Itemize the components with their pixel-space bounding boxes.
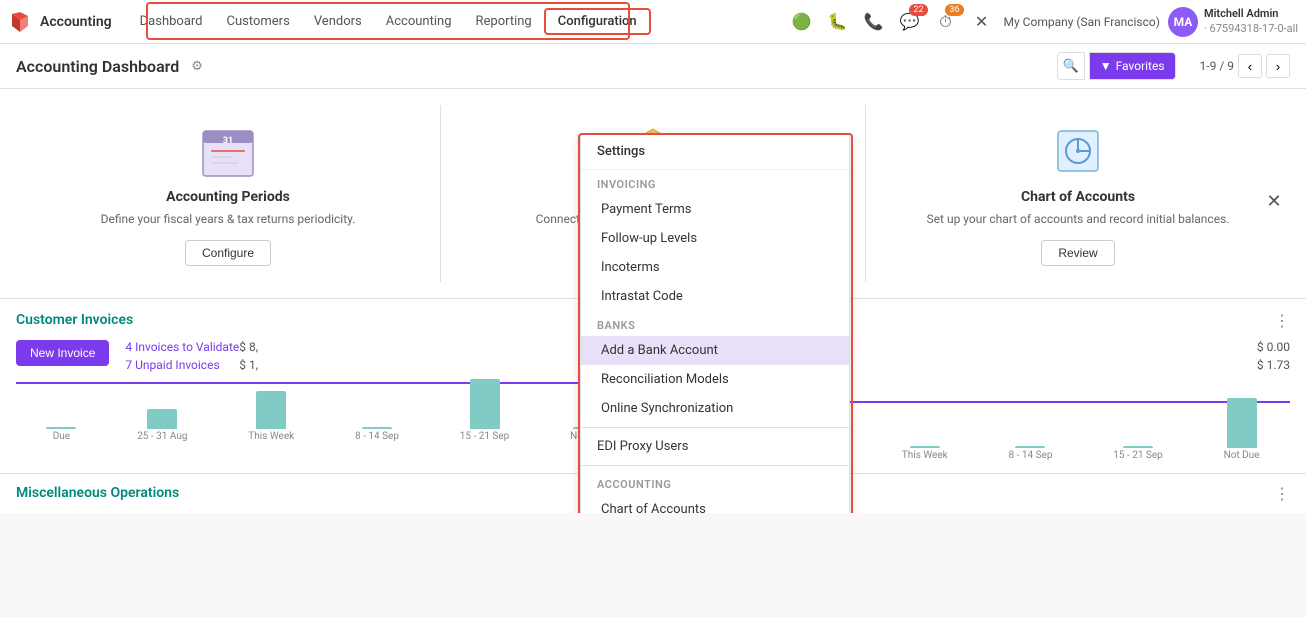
debug-icon[interactable]: 🐛	[824, 8, 852, 36]
bar-sep-15	[470, 379, 500, 429]
chart-sep-8: 8 - 14 Sep	[355, 427, 399, 442]
configure-button[interactable]: Configure	[185, 240, 271, 266]
v-chart-sep-15: 15 - 21 Sep	[1113, 446, 1163, 461]
review-button[interactable]: Review	[1041, 240, 1114, 266]
chart-of-accounts-card: Chart of Accounts Set up your chart of a…	[866, 105, 1290, 282]
company-name: My Company (San Francisco)	[1004, 15, 1160, 29]
settings-icon[interactable]: ✕	[968, 8, 996, 36]
vendor-bills-menu[interactable]: ⋮	[1274, 311, 1290, 330]
nav-dashboard[interactable]: Dashboard	[128, 10, 215, 33]
nav-right-area: 🟢 🐛 📞 💬 22 ⏱ 36 ✕ My Company (San Franci…	[788, 7, 1298, 37]
favorites-button[interactable]: ▼ Favorites	[1089, 52, 1176, 80]
v-chart-this-week: This Week	[902, 446, 948, 461]
incoterms-item[interactable]: Incoterms	[581, 253, 849, 282]
accounting-periods-icon: 31	[193, 121, 263, 181]
nav-configuration[interactable]: Configuration	[544, 8, 651, 35]
customer-invoices-panel: Customer Invoices ⋮ New Invoice 4 Invoic…	[0, 299, 654, 473]
online-sync-item[interactable]: Online Synchronization	[581, 394, 849, 423]
app-logo[interactable]	[8, 10, 32, 34]
search-area: 🔍 ▼ Favorites	[1057, 52, 1176, 80]
invoice-stats: 4 Invoices to Validate $ 8, 7 Unpaid Inv…	[125, 340, 258, 374]
intrastat-code-item[interactable]: Intrastat Code	[581, 282, 849, 311]
chart-sep-15: 15 - 21 Sep	[460, 379, 510, 442]
edi-proxy-item[interactable]: EDI Proxy Users	[581, 432, 849, 461]
unpaid-row: 7 Unpaid Invoices $ 1,	[125, 358, 258, 372]
unpaid-invoices-link[interactable]: 7 Unpaid Invoices	[125, 358, 219, 372]
nav-vendors[interactable]: Vendors	[302, 10, 374, 33]
svg-text:31: 31	[223, 136, 233, 146]
misc-operations-panel: Miscellaneous Operations ⋮	[0, 474, 654, 513]
payment-terms-item[interactable]: Payment Terms	[581, 195, 849, 224]
configuration-dropdown: Settings Invoicing Payment Terms Follow-…	[580, 133, 850, 513]
chart-of-accounts-title: Chart of Accounts	[1021, 189, 1135, 205]
chart-this-week: This Week	[248, 391, 294, 442]
misc-ops-title: Miscellaneous Operations	[16, 485, 179, 501]
page-title: Accounting Dashboard	[16, 57, 179, 76]
chart-aug-25: 25 - 31 Aug	[137, 409, 187, 442]
prev-page-button[interactable]: ‹	[1238, 54, 1262, 78]
timer-icon[interactable]: ⏱ 36	[932, 8, 960, 36]
nav-accounting[interactable]: Accounting	[374, 10, 464, 33]
chart-of-accounts-desc: Set up your chart of accounts and record…	[927, 211, 1230, 228]
timer-badge: 36	[945, 4, 963, 16]
validate-amount: $ 8,	[239, 340, 258, 354]
chat-icon[interactable]: 💬 22	[896, 8, 924, 36]
settings-menu-item[interactable]: Settings	[581, 134, 849, 170]
reconciliation-models-item[interactable]: Reconciliation Models	[581, 365, 849, 394]
sub-header: Accounting Dashboard ⚙ 🔍 ▼ Favorites 1-9…	[0, 44, 1306, 89]
accounting-periods-title: Accounting Periods	[166, 189, 290, 205]
accounting-section-label: Accounting	[581, 470, 849, 495]
phone-icon[interactable]: 📞	[860, 8, 888, 36]
chat-badge: 22	[909, 4, 927, 16]
bank-menu[interactable]: ⋮	[1274, 484, 1290, 503]
user-menu[interactable]: MA Mitchell Admin · 67594318-17-0-all	[1168, 7, 1298, 37]
user-avatar: MA	[1168, 7, 1198, 37]
bar-this-week	[256, 391, 286, 429]
main-nav: Dashboard Customers Vendors Accounting R…	[128, 8, 788, 35]
new-invoice-button[interactable]: New Invoice	[16, 340, 109, 366]
nav-customers[interactable]: Customers	[215, 10, 302, 33]
divider2	[581, 465, 849, 466]
validate-row: 4 Invoices to Validate $ 8,	[125, 340, 258, 354]
next-page-button[interactable]: ›	[1266, 54, 1290, 78]
invoices-to-validate-link[interactable]: 4 Invoices to Validate	[125, 340, 239, 354]
status-green-icon[interactable]: 🟢	[788, 8, 816, 36]
v-chart-sep-8: 8 - 14 Sep	[1009, 446, 1053, 461]
v-chart-not-due: Not Due	[1224, 398, 1260, 461]
search-button[interactable]: 🔍	[1057, 52, 1085, 80]
user-info: Mitchell Admin · 67594318-17-0-all	[1204, 7, 1298, 36]
chart-of-accounts-item[interactable]: Chart of Accounts	[581, 495, 849, 513]
bar-aug-25	[147, 409, 177, 429]
top-navigation: Accounting Dashboard Customers Vendors A…	[0, 0, 1306, 44]
bar-sep-8	[362, 427, 392, 429]
filter-icon: ▼	[1100, 59, 1112, 73]
pagination: 1-9 / 9 ‹ ›	[1200, 54, 1290, 78]
company-selector[interactable]: My Company (San Francisco)	[1004, 15, 1160, 29]
nav-reporting[interactable]: Reporting	[464, 10, 544, 33]
settings-gear-icon[interactable]: ⚙	[191, 59, 203, 74]
add-bank-account-item[interactable]: Add a Bank Account	[581, 336, 849, 365]
follow-up-levels-item[interactable]: Follow-up Levels	[581, 224, 849, 253]
customer-invoices-title: Customer Invoices	[16, 312, 133, 328]
accounting-periods-card: 31 Accounting Periods Define your fiscal…	[16, 105, 441, 282]
divider	[581, 427, 849, 428]
app-name: Accounting	[40, 14, 112, 30]
close-button[interactable]: ✕	[1262, 189, 1286, 213]
invoicing-section-label: Invoicing	[581, 170, 849, 195]
unpaid-amount: $ 1,	[239, 358, 258, 372]
banks-section-label: Banks	[581, 311, 849, 336]
customer-invoices-header: Customer Invoices ⋮	[16, 311, 637, 330]
main-body: 31 Accounting Periods Define your fiscal…	[0, 89, 1306, 513]
dropdown-inner: Settings Invoicing Payment Terms Follow-…	[581, 134, 849, 513]
chart-of-accounts-icon	[1043, 121, 1113, 181]
bar-due	[46, 427, 76, 429]
chart-due: Due	[46, 427, 76, 442]
accounting-periods-desc: Define your fiscal years & tax returns p…	[101, 211, 356, 228]
